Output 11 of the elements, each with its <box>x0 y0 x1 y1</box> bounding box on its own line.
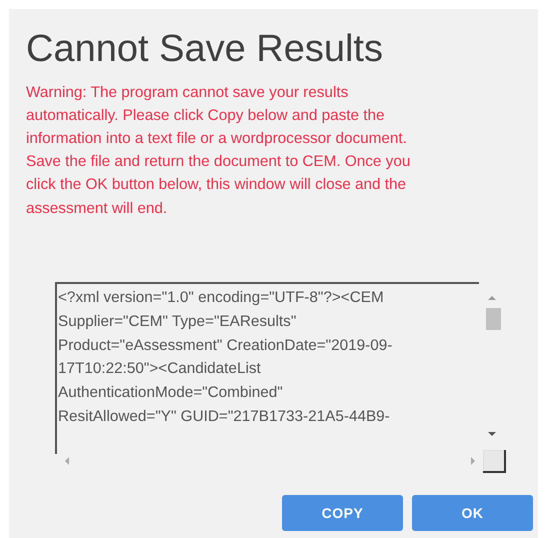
dialog-title: Cannot Save Results <box>26 27 384 72</box>
scroll-right-icon[interactable] <box>469 456 477 466</box>
scrollbar-thumb[interactable] <box>486 308 501 330</box>
warning-message: Warning: The program cannot save your results automatically. Please click Copy below and paste the information into a text file or a wordprocessor document. Save the file and return the document to CEM. Once you click the OK button below, this window will close and the assessment will end. <box>26 82 412 219</box>
scroll-left-icon[interactable] <box>63 456 71 466</box>
copy-button[interactable]: COPY <box>282 495 403 531</box>
results-text-field[interactable]: <?xml version="1.0" encoding="UTF-8"?><CEM Supplier="CEM" Type="EAResults" Product="eAssessment" CreationDate="2019-09- 17T10:22:50"><CandidateList AuthenticationMode="Combined" ResitAllowed="Y" GUID="217B1733-21A5-44B9- <box>55 282 479 454</box>
ok-button[interactable]: OK <box>412 495 533 531</box>
scroll-down-icon[interactable] <box>487 430 497 438</box>
scroll-up-icon[interactable] <box>487 294 497 302</box>
resize-corner-icon <box>483 450 506 473</box>
